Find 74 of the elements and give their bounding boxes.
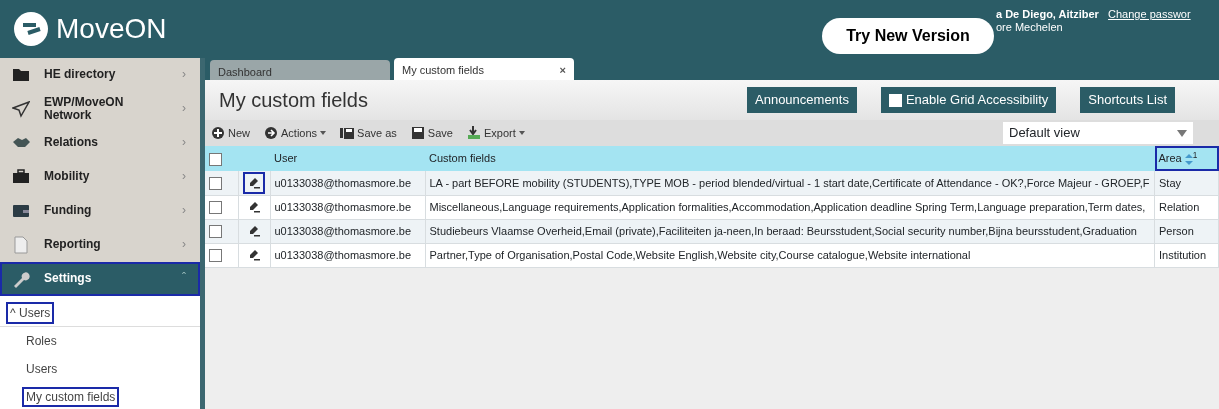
tab[interactable]: My custom fields × (394, 58, 574, 80)
checkbox[interactable] (888, 93, 902, 107)
app-logo-text: MoveON (56, 12, 167, 46)
arrow-right-icon (264, 126, 278, 140)
wrench-icon (12, 270, 30, 288)
try-new-version-button[interactable]: Try New Version (822, 18, 994, 54)
chevron-icon: › (182, 102, 186, 116)
column-header[interactable]: Custom fields (425, 146, 1155, 171)
pencil-icon (248, 249, 260, 261)
row-checkbox[interactable] (209, 177, 222, 191)
pencil-icon (248, 176, 260, 189)
submenu-item[interactable]: Users (22, 359, 62, 379)
save-as-icon (340, 126, 355, 140)
close-icon[interactable]: × (559, 62, 566, 76)
chevron-icon: › (182, 136, 186, 150)
sort-icon (1184, 153, 1193, 165)
briefcase-icon (12, 168, 30, 186)
paper-plane-icon (12, 100, 30, 118)
sidebar-item[interactable]: Mobility › (0, 160, 200, 194)
table-cell: Partner,Type of Organisation,Postal Code,Website English,Website city,Course catalogue,Website international (425, 243, 1155, 267)
table-cell: Institution (1154, 243, 1219, 267)
toolbar-button[interactable]: Actions (264, 124, 327, 142)
column-header[interactable]: User (270, 146, 425, 171)
document-icon (12, 236, 30, 254)
table-cell: u0133038@thomasmore.be (270, 171, 425, 195)
column-header[interactable]: Area $^{1}$ (1154, 146, 1219, 171)
row-checkbox[interactable] (209, 249, 222, 263)
caret-icon (1177, 129, 1187, 137)
table-cell: u0133038@thomasmore.be (270, 243, 425, 267)
wallet-icon (12, 202, 30, 220)
sidebar-item[interactable]: Funding › (0, 194, 200, 228)
user-name: a De Diego, Aitziber (996, 8, 1099, 20)
chevron-icon: › (182, 238, 186, 252)
select-all-checkbox[interactable] (209, 152, 222, 166)
change-password-link[interactable]: Change passwor (1108, 8, 1191, 20)
table-cell: Stay (1154, 171, 1219, 195)
chevron-icon: › (182, 68, 186, 82)
toolbar-button[interactable]: New (211, 124, 250, 142)
edit-button[interactable] (243, 171, 265, 194)
plus-icon (211, 126, 225, 140)
chevron-icon: › (182, 204, 186, 218)
folder-icon (12, 66, 30, 84)
table-cell: Relation (1154, 195, 1219, 219)
table-cell: LA - part BEFORE mobility (STUDENTS),TYPE MOB - period blended/virtual - 1 start date,Certificate of Attendance - OK?,Force Majeur - GROEP,F (425, 171, 1155, 195)
toolbar-button[interactable]: Save (410, 124, 453, 142)
user-organisation: ore Mechelen (996, 21, 1064, 35)
sidebar-item[interactable]: EWP/MoveON Network › (0, 92, 200, 126)
submenu-item[interactable]: Roles (22, 331, 61, 351)
logo-icon (14, 12, 48, 46)
toolbar-button[interactable]: Save as (340, 124, 397, 142)
chevron-icon: ˆ (182, 272, 186, 286)
page-title: My custom fields (219, 88, 369, 113)
chevron-icon: › (182, 170, 186, 184)
sidebar-item[interactable]: Reporting › (0, 228, 200, 262)
pencil-icon (248, 225, 260, 237)
submenu-item[interactable]: My custom fields (22, 387, 120, 407)
table-cell: u0133038@thomasmore.be (270, 195, 425, 219)
table-cell: u0133038@thomasmore.be (270, 219, 425, 243)
accessibility-toggle[interactable]: Enable Grid Accessibility (880, 87, 1057, 113)
row-checkbox[interactable] (209, 225, 222, 239)
toolbar-button[interactable]: Export (466, 124, 525, 142)
view-select[interactable]: Default view (1003, 122, 1193, 144)
table-cell: Studiebeurs Vlaamse Overheid,Email (private),Faciliteiten ja-neen,In beraad: Beursstudent,Social security number,Bijna beursstudent,Graduation (425, 219, 1155, 243)
row-checkbox[interactable] (209, 201, 222, 215)
sidebar-item[interactable]: Settings ˆ (0, 262, 200, 296)
tab[interactable]: Dashboard (210, 60, 390, 80)
sidebar-item[interactable]: Relations › (0, 126, 200, 160)
header-button[interactable]: Announcements (747, 87, 857, 113)
pencil-icon (248, 201, 260, 213)
download-icon (466, 126, 481, 140)
table-cell: Miscellaneous,Language requirements,Application formalities,Accommodation,Application deadline Spring Term,Language preparation,Term dates, (425, 195, 1155, 219)
submenu-header[interactable]: ^ Users (6, 302, 55, 324)
header-button[interactable]: Shortcuts List (1080, 87, 1176, 113)
sidebar-item[interactable]: HE directory › (0, 58, 200, 92)
